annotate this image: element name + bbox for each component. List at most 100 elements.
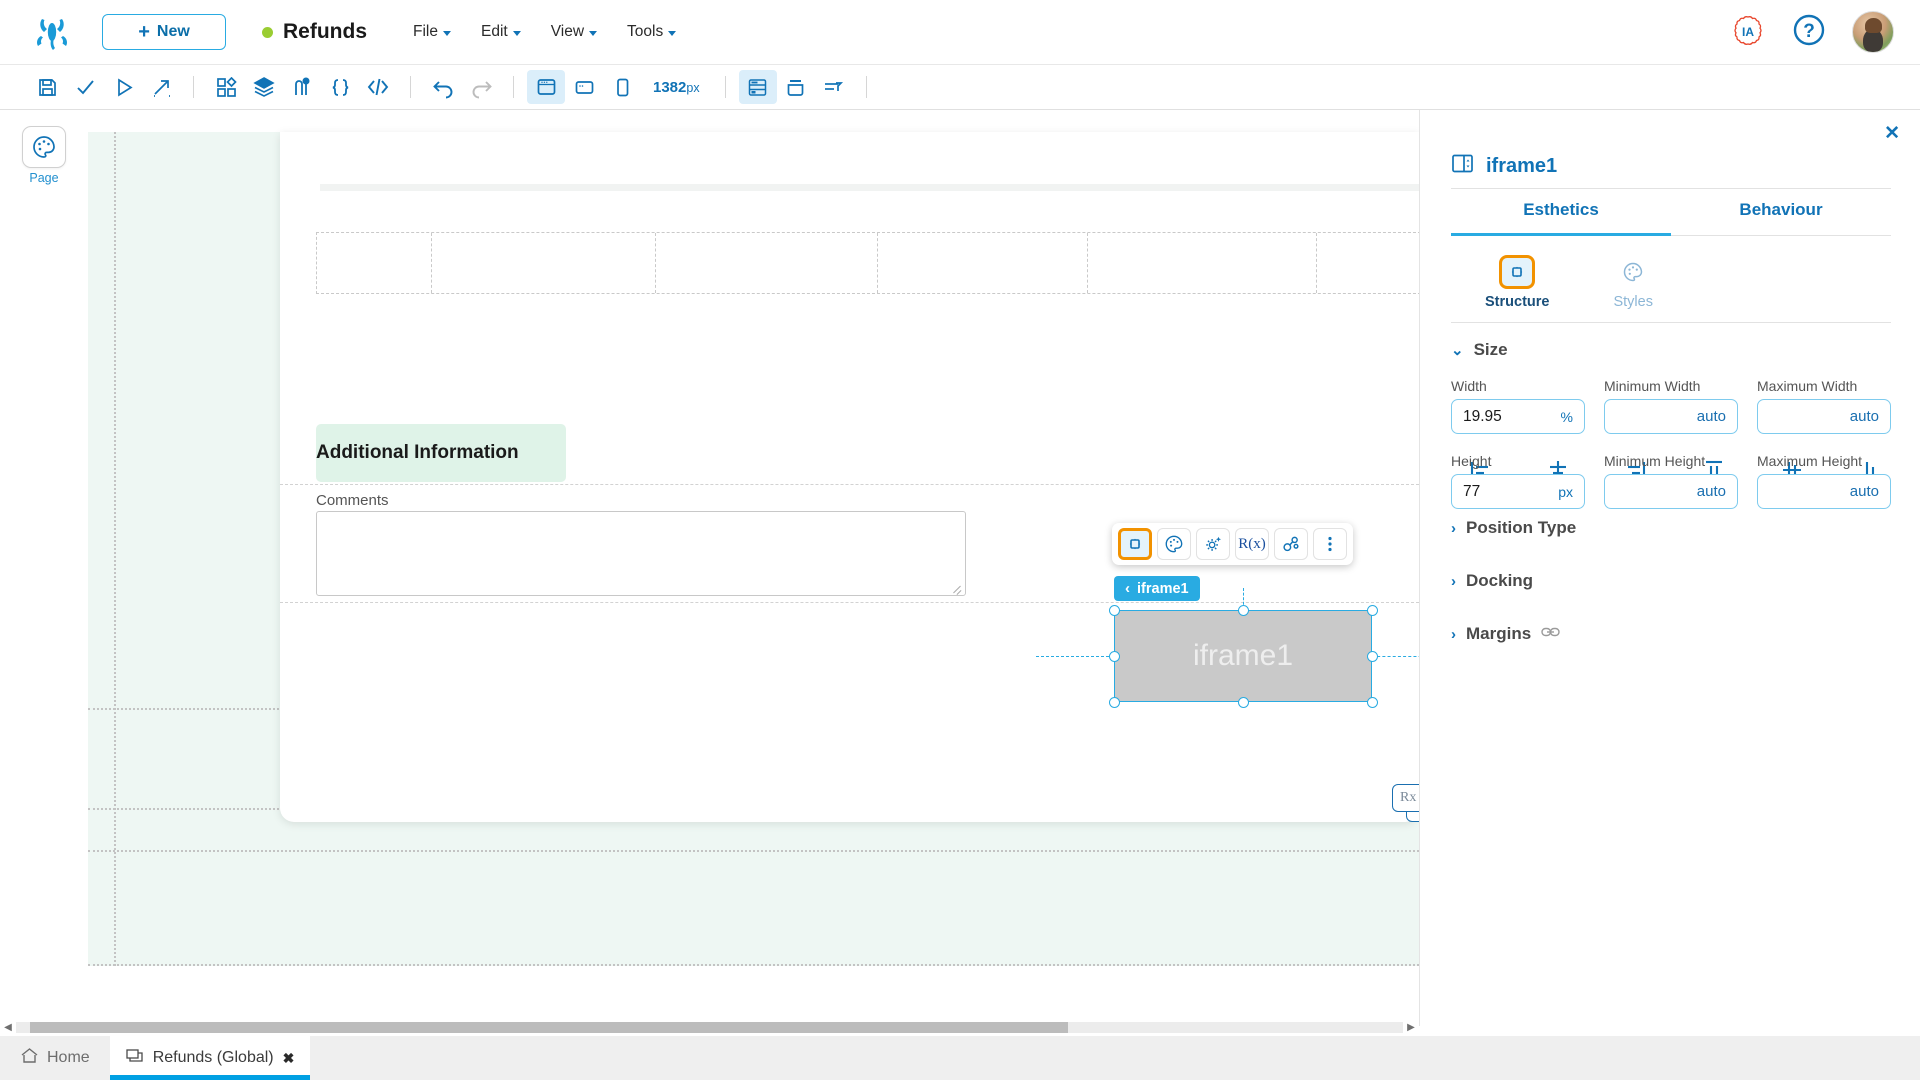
minimum-height-input[interactable]: auto <box>1604 474 1738 509</box>
minimum-width-input[interactable]: auto <box>1604 399 1738 434</box>
panel-tabs: Esthetics Behaviour <box>1451 200 1891 236</box>
braces-icon[interactable] <box>321 70 359 104</box>
resize-handle-w[interactable] <box>1108 650 1120 662</box>
main-toolbar: 1382px <box>0 65 1920 110</box>
comments-input[interactable] <box>316 511 966 596</box>
resize-handle-se[interactable] <box>1366 696 1378 708</box>
additional-information-heading[interactable]: Additional Information <box>316 424 566 482</box>
scroll-right-icon[interactable]: ▶ <box>1403 1022 1419 1033</box>
tab-behaviour[interactable]: Behaviour <box>1671 200 1891 236</box>
toolbar-divider <box>513 76 514 98</box>
iframe-component-icon <box>1451 152 1474 181</box>
rx-formula-icon[interactable]: R(x) <box>1235 528 1269 560</box>
design-canvas[interactable]: Additional Information Comments Create R… <box>88 110 1419 1026</box>
tablet-view-icon[interactable] <box>565 70 603 104</box>
palette-icon <box>1615 255 1651 289</box>
page-layout-icon[interactable] <box>738 70 777 104</box>
connections-bubbles-icon[interactable] <box>1274 528 1308 560</box>
menu-tools-label: Tools <box>627 23 664 40</box>
tab-esthetics[interactable]: Esthetics <box>1451 200 1671 236</box>
run-play-icon[interactable] <box>104 70 142 104</box>
resize-handle-ne[interactable] <box>1366 604 1378 616</box>
maximum-width-input[interactable]: auto <box>1757 399 1891 434</box>
code-tags-icon[interactable] <box>359 70 397 104</box>
taskbar-tab-refunds[interactable]: Refunds (Global) ✖ <box>109 1036 311 1080</box>
toolbar-divider <box>865 76 867 98</box>
save-icon[interactable] <box>28 70 66 104</box>
redo-icon[interactable] <box>462 70 500 104</box>
section-margins-header[interactable]: › Margins <box>1451 624 1560 644</box>
selection-guide-horizontal <box>1372 656 1419 657</box>
app-header: + New Refunds File Edit View Tools IA ? <box>0 0 1920 65</box>
viewport-width-value[interactable]: 1382px <box>641 79 712 96</box>
avatar[interactable] <box>1852 11 1894 53</box>
resize-handle-s[interactable] <box>1237 696 1249 708</box>
toolbar-divider <box>724 76 726 98</box>
width-input[interactable]: 19.95 % <box>1451 399 1585 434</box>
menu-tools[interactable]: Tools <box>627 23 677 41</box>
height-input[interactable]: 77 px <box>1451 474 1585 509</box>
rx-badge-front[interactable]: Rx <box>1392 784 1419 812</box>
resize-handle-e[interactable] <box>1366 650 1378 662</box>
subtab-styles[interactable]: Styles <box>1613 255 1653 310</box>
resize-handle-icon[interactable] <box>952 583 962 593</box>
menu-file[interactable]: File <box>413 23 451 41</box>
resize-handle-nw[interactable] <box>1108 604 1120 616</box>
mobile-view-icon[interactable] <box>603 70 641 104</box>
selection-guide-horizontal <box>1036 656 1114 657</box>
desktop-view-icon[interactable] <box>527 70 565 104</box>
help-icon[interactable]: ? <box>1792 13 1826 52</box>
subtab-structure[interactable]: Structure <box>1485 255 1549 310</box>
width-label: Width <box>1451 378 1487 394</box>
menu-edit[interactable]: Edit <box>481 23 521 41</box>
new-button[interactable]: + New <box>102 14 226 50</box>
layout-grid-table[interactable] <box>316 232 1419 294</box>
document-title-group: Refunds <box>262 20 367 44</box>
additional-information-label: Additional Information <box>316 442 519 463</box>
resize-handle-sw[interactable] <box>1108 696 1120 708</box>
settings-gear-sparkle-icon[interactable] <box>1196 528 1230 560</box>
maximum-height-field-group: Maximum Height auto <box>1757 453 1891 509</box>
toolbar-divider <box>410 76 411 98</box>
horizontal-scrollbar[interactable]: ◀ ▶ <box>0 1018 1419 1036</box>
taskbar-home-button[interactable]: Home <box>0 1036 110 1080</box>
plus-icon: + <box>138 21 150 43</box>
resize-handle-n[interactable] <box>1237 604 1249 616</box>
form-layout-icon[interactable] <box>815 70 853 104</box>
bottom-taskbar: Home Refunds (Global) ✖ <box>0 1036 1920 1080</box>
chevron-left-icon[interactable]: ‹ <box>1125 580 1130 597</box>
section-size-header[interactable]: ⌄ Size <box>1451 340 1508 360</box>
validate-check-icon[interactable] <box>66 70 104 104</box>
panel-subtabs: Structure Styles <box>1451 255 1653 310</box>
layers-icon[interactable] <box>245 70 283 104</box>
palette-icon[interactable] <box>1157 528 1191 560</box>
more-vertical-icon[interactable] <box>1313 528 1347 560</box>
close-icon[interactable]: ✕ <box>1884 124 1900 143</box>
scrollbar-track[interactable] <box>16 1021 1403 1033</box>
toolbar-divider <box>193 76 194 98</box>
maximum-height-input[interactable]: auto <box>1757 474 1891 509</box>
close-icon[interactable]: ✖ <box>283 1050 295 1067</box>
home-icon <box>20 1047 39 1069</box>
container-icon[interactable] <box>777 70 815 104</box>
selected-iframe-element[interactable]: iframe1 <box>1114 610 1372 702</box>
link-chain-icon[interactable] <box>1541 624 1560 644</box>
page-sheet: Additional Information Comments <box>280 132 1419 822</box>
frog-logo-icon[interactable] <box>30 10 74 54</box>
scrollbar-thumb[interactable] <box>30 1021 1068 1033</box>
maximum-width-value: auto <box>1849 408 1879 425</box>
ia-badge-icon[interactable]: IA <box>1730 14 1766 50</box>
sidebar-item-page[interactable]: Page <box>16 126 72 185</box>
section-position-type-header[interactable]: › Position Type <box>1451 518 1576 538</box>
components-grid-icon[interactable] <box>207 70 245 104</box>
chevron-right-icon: › <box>1451 572 1456 590</box>
data-flow-icon[interactable] <box>283 70 321 104</box>
selected-element-tag[interactable]: ‹ iframe1 <box>1114 576 1200 601</box>
chevron-right-icon: › <box>1451 625 1456 643</box>
publish-share-icon[interactable] <box>142 70 180 104</box>
section-docking-header[interactable]: › Docking <box>1451 571 1533 591</box>
scroll-left-icon[interactable]: ◀ <box>0 1022 16 1033</box>
structure-move-icon[interactable] <box>1118 528 1152 560</box>
undo-icon[interactable] <box>424 70 462 104</box>
menu-view[interactable]: View <box>551 23 598 41</box>
